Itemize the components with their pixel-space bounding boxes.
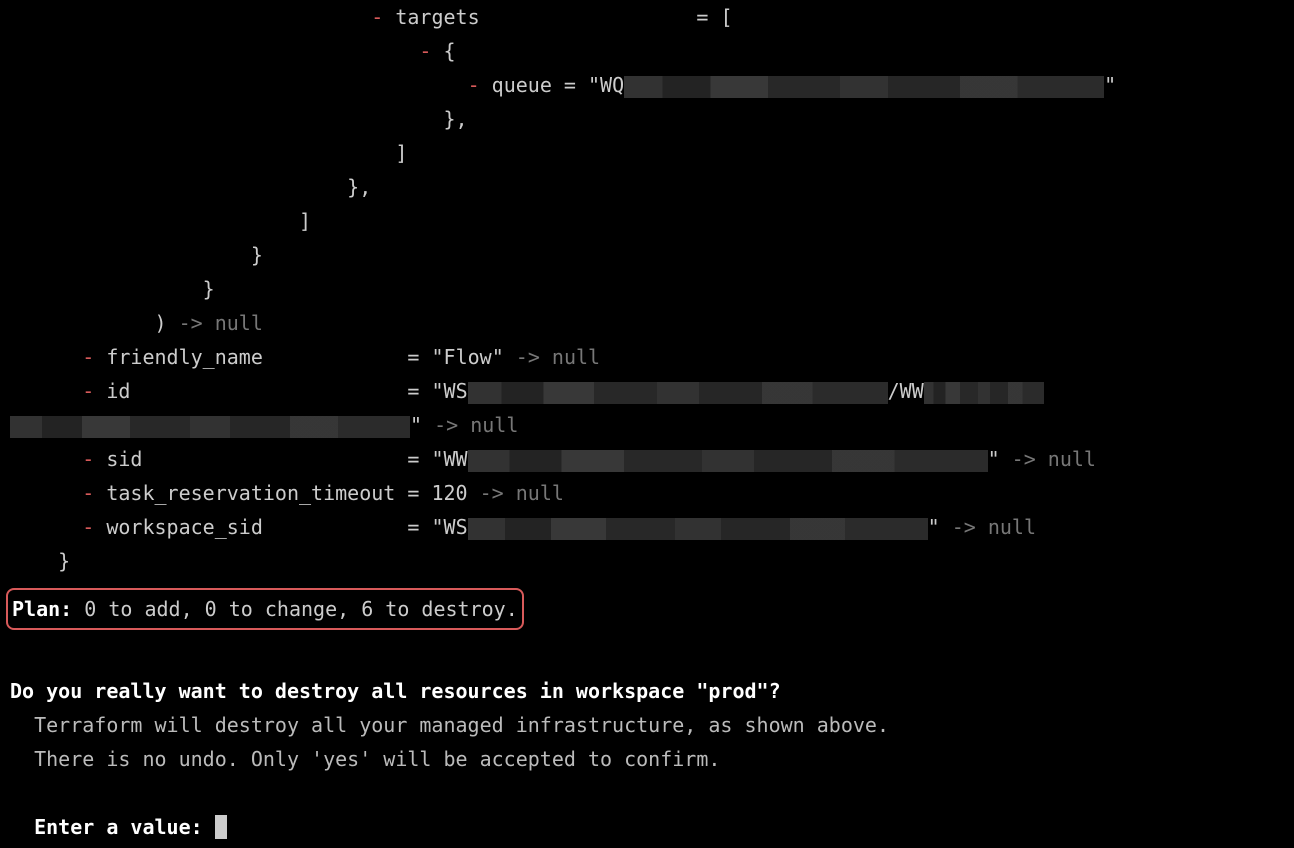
minus-icon: - <box>468 73 480 97</box>
diff-line: }, <box>10 175 371 199</box>
minus-icon: - <box>82 345 94 369</box>
redacted-value <box>624 76 1104 98</box>
diff-line: " -> null <box>10 413 518 437</box>
minus-icon: - <box>82 515 94 539</box>
diff-line: } <box>10 243 263 267</box>
minus-icon: - <box>82 447 94 471</box>
redacted-value <box>468 518 928 540</box>
input-cursor[interactable] <box>215 815 227 839</box>
terminal-output: - targets = [ - { - queue = "WQ" }, ] <box>0 0 1294 578</box>
minus-icon: - <box>82 481 94 505</box>
enter-value-label: Enter a value: <box>10 815 215 839</box>
diff-line: - task_reservation_timeout = 120 -> null <box>10 481 564 505</box>
diff-line: ] <box>10 141 407 165</box>
redacted-value <box>10 416 410 438</box>
diff-line: } <box>10 277 215 301</box>
diff-line: - id = "WS/WW <box>10 379 1044 403</box>
plan-label: Plan: <box>12 597 72 621</box>
diff-line: - queue = "WQ" <box>10 73 1116 97</box>
redacted-value <box>468 450 988 472</box>
diff-line: - workspace_sid = "WS" -> null <box>10 515 1036 539</box>
destroy-prompt-line: Terraform will destroy all your managed … <box>10 713 889 737</box>
diff-line: - targets = [ <box>10 5 733 29</box>
diff-line: ) -> null <box>10 311 263 335</box>
diff-line: }, <box>10 107 468 131</box>
minus-icon: - <box>371 5 383 29</box>
plan-summary-text: 0 to add, 0 to change, 6 to destroy. <box>72 597 518 621</box>
diff-line: ] <box>10 209 311 233</box>
plan-summary-box: Plan: 0 to add, 0 to change, 6 to destro… <box>6 588 524 630</box>
diff-line: } <box>10 549 70 573</box>
destroy-prompt-title: Do you really want to destroy all resour… <box>10 679 781 703</box>
diff-line: - sid = "WW" -> null <box>10 447 1096 471</box>
destroy-prompt-line: There is no undo. Only 'yes' will be acc… <box>10 747 720 771</box>
confirmation-prompt: Do you really want to destroy all resour… <box>0 640 1294 844</box>
minus-icon: - <box>419 39 431 63</box>
redacted-value <box>924 382 1044 404</box>
redacted-value <box>468 382 888 404</box>
diff-line: - { <box>10 39 456 63</box>
diff-line: - friendly_name = "Flow" -> null <box>10 345 600 369</box>
minus-icon: - <box>82 379 94 403</box>
